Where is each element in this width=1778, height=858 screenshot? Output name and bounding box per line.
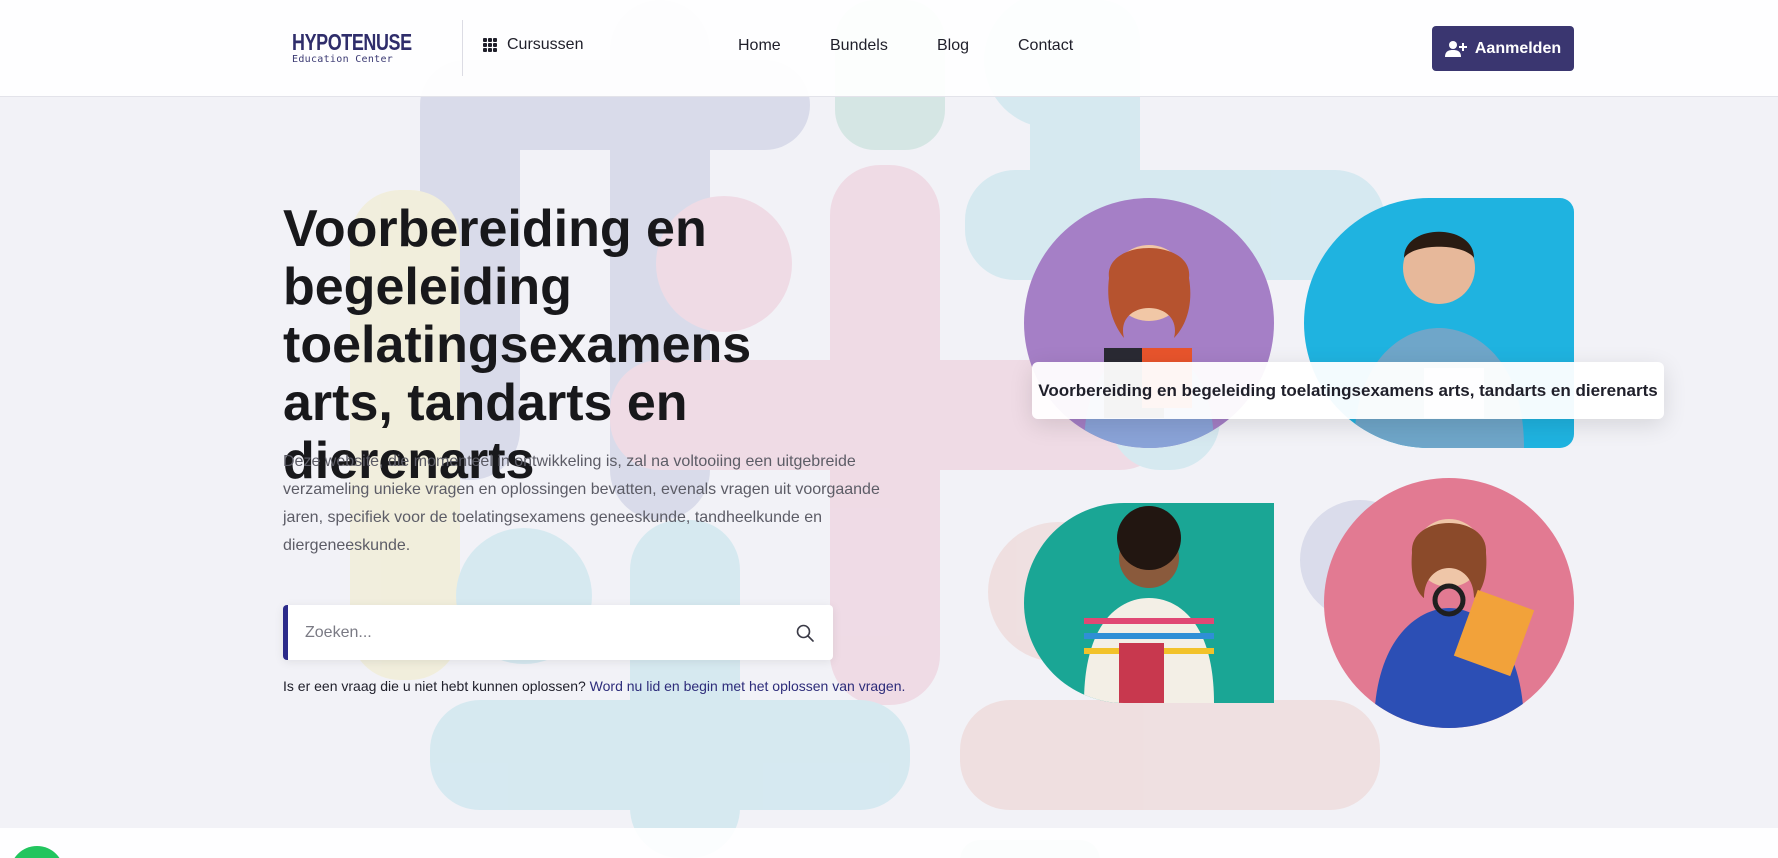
nav-item-bundels[interactable]: Bundels — [830, 37, 888, 55]
next-section-band — [0, 828, 1778, 858]
signup-button[interactable]: Aanmelden — [1432, 26, 1574, 71]
photo-caption: Voorbereiding en begeleiding toelatingse… — [1032, 362, 1664, 419]
header-divider — [462, 20, 463, 76]
nav-item-contact[interactable]: Contact — [1018, 37, 1073, 55]
signup-link[interactable]: Word nu lid en begin met het oplossen va… — [590, 678, 906, 694]
hero-description: Deze website, die momenteel in ontwikkel… — [283, 453, 880, 554]
search-bar — [283, 605, 833, 660]
logo-title: HYPOTENUSE — [292, 29, 412, 55]
signup-label: Aanmelden — [1474, 39, 1562, 57]
hero-title: Voorbereiding en begeleiding toelatingse… — [283, 200, 752, 490]
grid-icon — [483, 38, 497, 52]
search-input[interactable] — [288, 605, 795, 660]
student-photo-3 — [1024, 503, 1274, 703]
search-icon[interactable] — [795, 623, 815, 643]
courses-label: Cursussen — [507, 36, 584, 53]
logo[interactable]: HYPOTENUSE Education Center — [288, 25, 438, 71]
logo-tagline: Education Center — [292, 54, 394, 65]
courses-menu-button[interactable]: Cursussen — [483, 36, 583, 54]
hero-note: Is er een vraag die u niet hebt kunnen o… — [283, 678, 905, 694]
nav-item-home[interactable]: Home — [738, 37, 781, 55]
hero-note-text: Is er een vraag die u niet hebt kunnen o… — [283, 678, 586, 694]
nav-item-blog[interactable]: Blog — [937, 37, 969, 55]
student-photo-4 — [1324, 478, 1574, 728]
site-header: HYPOTENUSE Education Center Cursussen Ho… — [0, 0, 1778, 97]
user-plus-icon — [1444, 40, 1467, 57]
